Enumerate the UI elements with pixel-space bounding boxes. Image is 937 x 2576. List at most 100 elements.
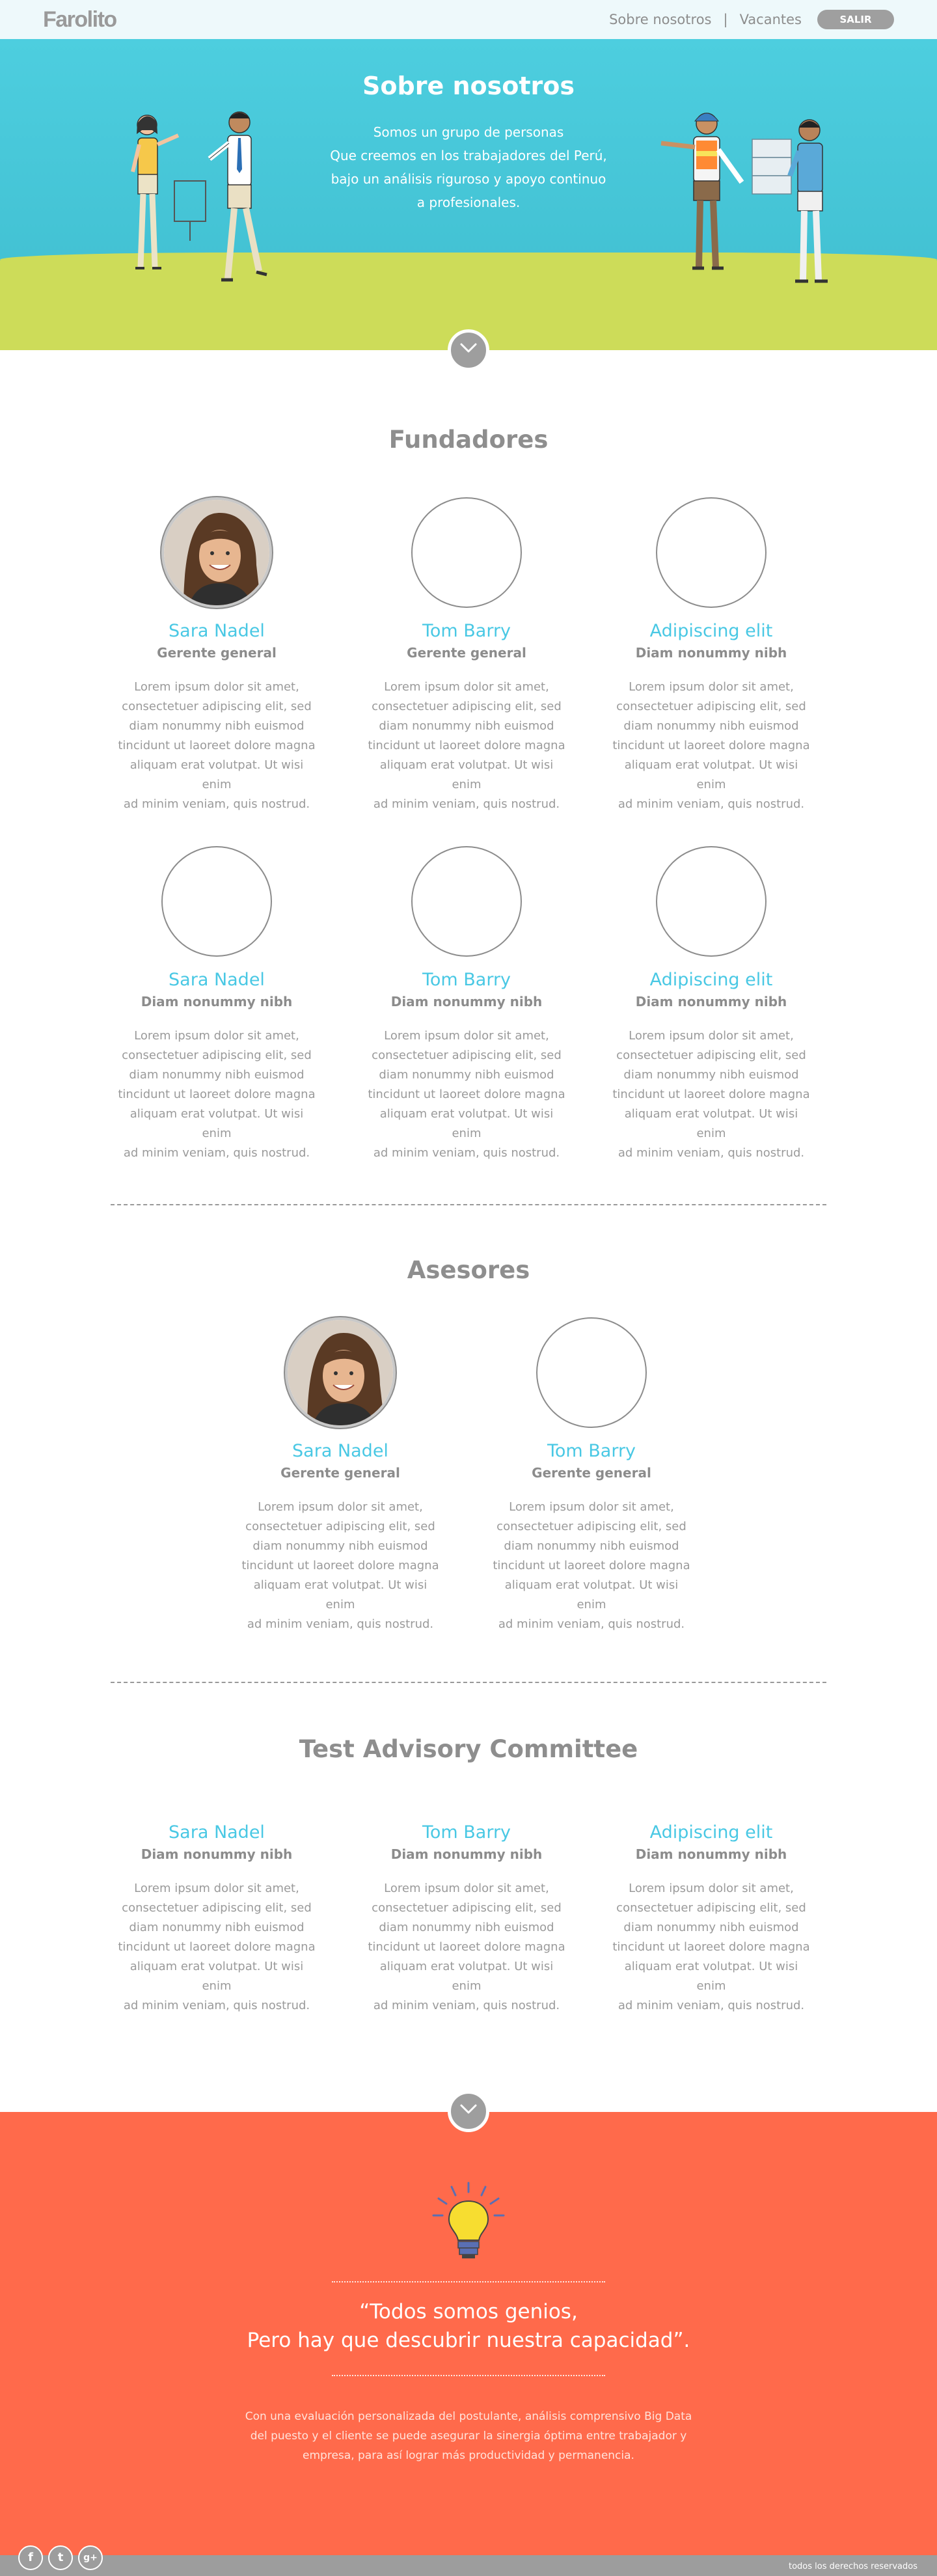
bio-line: tincidunt ut laoreet dolore magna bbox=[368, 1088, 565, 1101]
bio-line: diam nonummy nibh euismod bbox=[252, 1539, 428, 1553]
farolito-logo[interactable]: Farolito bbox=[43, 7, 117, 33]
member-role: Diam nonummy nibh bbox=[141, 994, 293, 1009]
bio-line: Lorem ipsum dolor sit amet, bbox=[384, 1029, 549, 1043]
bio-line: Lorem ipsum dolor sit amet, bbox=[629, 1029, 794, 1043]
section-divider bbox=[111, 1204, 826, 1205]
pitch-line: Con una evaluación personalizada del pos… bbox=[245, 2410, 692, 2423]
member-name[interactable]: Sara Nadel bbox=[113, 970, 321, 990]
bio-line: tincidunt ut laoreet dolore magna bbox=[118, 739, 316, 752]
avatar[interactable] bbox=[285, 1317, 396, 1428]
lightbulb-icon bbox=[432, 2182, 505, 2258]
member-name[interactable]: Tom Barry bbox=[362, 970, 571, 990]
member-name[interactable]: Adipiscing elit bbox=[607, 1822, 815, 1843]
hero-line: a profesionales. bbox=[416, 195, 521, 210]
bio-line: tincidunt ut laoreet dolore magna bbox=[118, 1088, 316, 1101]
mission-pitch: Con una evaluación personalizada del pos… bbox=[221, 2407, 716, 2465]
member-bio: Lorem ipsum dolor sit amet, consectetuer … bbox=[487, 1498, 696, 1634]
bio-line: ad minim veniam, quis nostrud. bbox=[618, 1146, 805, 1160]
member-name[interactable]: Tom Barry bbox=[487, 1441, 696, 1461]
bio-line: aliquam erat volutpat. Ut wisi enim bbox=[624, 1107, 798, 1140]
member-name[interactable]: Sara Nadel bbox=[113, 621, 321, 641]
bio-line: diam nonummy nibh euismod bbox=[623, 719, 799, 733]
hero-description: Somos un grupo de personas Que creemos e… bbox=[306, 120, 631, 214]
member-name[interactable]: Adipiscing elit bbox=[607, 621, 815, 641]
member-role: Diam nonummy nibh bbox=[635, 645, 787, 661]
google-plus-icon[interactable]: g+ bbox=[78, 2545, 103, 2570]
nav-link-sobre-nosotros[interactable]: Sobre nosotros bbox=[609, 12, 711, 27]
pitch-line: empresa, para así lograr más productivid… bbox=[303, 2449, 634, 2462]
team-member-card: Sara Nadel Diam nonummy nibh Lorem ipsum d… bbox=[113, 846, 321, 1163]
bio-line: Lorem ipsum dolor sit amet, bbox=[384, 1882, 549, 1895]
avatar-placeholder[interactable] bbox=[656, 846, 767, 957]
top-nav: Farolito Sobre nosotros | Vacantes SALIR bbox=[0, 0, 937, 39]
quote-line: Pero hay que descubrir nuestra capacidad… bbox=[247, 2329, 690, 2352]
nav-link-vacantes[interactable]: Vacantes bbox=[740, 12, 802, 27]
section-divider bbox=[111, 1682, 826, 1683]
avatar-placeholder[interactable] bbox=[656, 497, 767, 608]
bio-line: tincidunt ut laoreet dolore magna bbox=[241, 1559, 439, 1572]
copyright-text: todos los derechos reservados bbox=[789, 2562, 917, 2571]
hero-banner: Sobre nosotros Somos un grupo de persona… bbox=[0, 39, 937, 350]
bio-line: consectetuer adipiscing elit, sed bbox=[372, 700, 562, 713]
member-name[interactable]: Tom Barry bbox=[362, 1822, 571, 1843]
bio-line: aliquam erat volutpat. Ut wisi enim bbox=[624, 758, 798, 791]
team-member-card: Sara Nadel Diam nonummy nibh Lorem ipsum d… bbox=[113, 1809, 321, 2016]
bio-line: consectetuer adipiscing elit, sed bbox=[372, 1901, 562, 1915]
team-member-card: Tom Barry Gerente general Lorem ipsum dolo… bbox=[487, 1317, 696, 1634]
bio-line: diam nonummy nibh euismod bbox=[504, 1539, 679, 1553]
hero-line: Que creemos en los trabajadores del Perú… bbox=[330, 148, 607, 163]
bio-line: consectetuer adipiscing elit, sed bbox=[616, 700, 806, 713]
scroll-down-button[interactable] bbox=[448, 2090, 489, 2132]
team-member-card: Adipiscing elit Diam nonummy nibh Lorem ip… bbox=[607, 846, 815, 1163]
bio-line: tincidunt ut laoreet dolore magna bbox=[493, 1559, 690, 1572]
avatar-placeholder[interactable] bbox=[536, 1317, 647, 1428]
bio-line: tincidunt ut laoreet dolore magna bbox=[118, 1940, 316, 1954]
member-name[interactable]: Tom Barry bbox=[362, 621, 571, 641]
bio-line: consectetuer adipiscing elit, sed bbox=[245, 1520, 435, 1533]
logout-button[interactable]: SALIR bbox=[817, 10, 894, 29]
member-name[interactable]: Sara Nadel bbox=[236, 1441, 444, 1461]
bio-line: diam nonummy nibh euismod bbox=[129, 1921, 305, 1934]
bio-line: ad minim veniam, quis nostrud. bbox=[618, 1999, 805, 2012]
bio-line: diam nonummy nibh euismod bbox=[379, 1921, 554, 1934]
dotted-divider bbox=[332, 2281, 605, 2282]
avatar-placeholder[interactable] bbox=[161, 846, 272, 957]
bio-line: consectetuer adipiscing elit, sed bbox=[496, 1520, 686, 1533]
committee-title: Test Advisory Committee bbox=[299, 1735, 638, 1763]
bio-line: consectetuer adipiscing elit, sed bbox=[122, 1048, 312, 1062]
facebook-icon[interactable]: f bbox=[18, 2545, 43, 2570]
member-name[interactable]: Sara Nadel bbox=[113, 1822, 321, 1843]
bio-line: ad minim veniam, quis nostrud. bbox=[247, 1617, 434, 1631]
member-role: Gerente general bbox=[280, 1465, 400, 1481]
team-illustration-right bbox=[660, 113, 828, 283]
nav-separator: | bbox=[723, 12, 728, 27]
team-member-card: Tom Barry Gerente general Lorem ipsum dolo… bbox=[362, 497, 571, 814]
bio-line: diam nonummy nibh euismod bbox=[129, 1068, 305, 1082]
bio-line: consectetuer adipiscing elit, sed bbox=[616, 1901, 806, 1915]
member-role: Gerente general bbox=[407, 645, 526, 661]
avatar[interactable] bbox=[161, 497, 272, 608]
bio-line: ad minim veniam, quis nostrud. bbox=[618, 797, 805, 811]
member-bio: Lorem ipsum dolor sit amet, consectetuer … bbox=[362, 678, 571, 814]
member-role: Diam nonummy nibh bbox=[635, 1846, 787, 1862]
member-role: Diam nonummy nibh bbox=[141, 1846, 293, 1862]
bio-line: aliquam erat volutpat. Ut wisi enim bbox=[379, 758, 554, 791]
bio-line: Lorem ipsum dolor sit amet, bbox=[258, 1500, 423, 1514]
member-bio: Lorem ipsum dolor sit amet, consectetuer … bbox=[607, 1026, 815, 1163]
team-member-card: Tom Barry Diam nonummy nibh Lorem ipsum do… bbox=[362, 1809, 571, 2016]
bio-line: diam nonummy nibh euismod bbox=[623, 1068, 799, 1082]
avatar-placeholder[interactable] bbox=[411, 846, 522, 957]
avatar-placeholder[interactable] bbox=[411, 497, 522, 608]
twitter-icon[interactable]: t bbox=[48, 2545, 73, 2570]
nav-links: Sobre nosotros | Vacantes SALIR bbox=[609, 9, 894, 30]
hero-line: bajo un análisis riguroso y apoyo contin… bbox=[331, 171, 606, 187]
chevron-down-icon bbox=[460, 343, 477, 353]
scroll-down-button[interactable] bbox=[448, 329, 489, 371]
quote-line: “Todos somos genios, bbox=[359, 2300, 578, 2323]
bio-line: aliquam erat volutpat. Ut wisi enim bbox=[624, 1960, 798, 1993]
member-name[interactable]: Adipiscing elit bbox=[607, 970, 815, 990]
team-member-card: Adipiscing elit Diam nonummy nibh Lorem ip… bbox=[607, 497, 815, 814]
team-illustration-left bbox=[131, 111, 267, 282]
hero-line: Somos un grupo de personas bbox=[373, 124, 564, 140]
bio-line: ad minim veniam, quis nostrud. bbox=[373, 1146, 560, 1160]
